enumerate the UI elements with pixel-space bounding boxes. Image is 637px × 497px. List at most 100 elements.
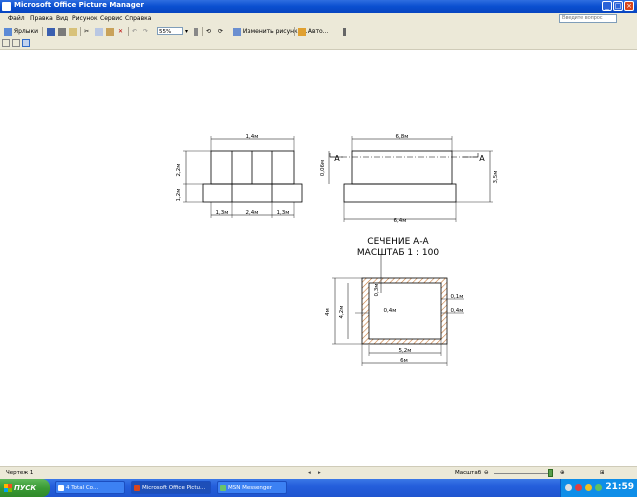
picture-manager-icon	[134, 485, 140, 491]
chevron-down-icon: ▾	[185, 28, 189, 35]
zoom-status-label: Масштаб	[455, 470, 482, 476]
toolbar-separator	[42, 27, 43, 36]
dim-label: 1,4м	[246, 134, 259, 140]
rotate-left-icon: ⟲	[206, 28, 212, 35]
toolbar-separator	[202, 27, 203, 36]
side-base	[343, 183, 457, 203]
dim-label: 5,2м	[399, 348, 412, 354]
undo-icon: ↶	[132, 28, 138, 35]
undo-button[interactable]: ↶	[132, 27, 137, 36]
menu-edit[interactable]: Правка	[30, 15, 53, 22]
rotate-right-button[interactable]: ⟳	[218, 27, 223, 36]
dim-label: 6м	[400, 358, 408, 364]
total-commander-icon	[58, 485, 64, 491]
front-upper-body	[210, 150, 295, 185]
cut-arrow-right	[463, 153, 479, 158]
toolbar-separator	[80, 27, 81, 36]
delete-button[interactable]: ✕	[118, 27, 123, 36]
menu-tools[interactable]: Сервис	[100, 15, 122, 22]
taskbar-item-msn-messenger[interactable]: MSN Messenger	[217, 481, 287, 494]
dim-label: 0,3м	[374, 284, 380, 297]
dim-label: 1,2м	[176, 189, 182, 202]
paste-icon	[106, 27, 114, 36]
window-title: Microsoft Office Picture Manager	[14, 1, 144, 9]
tray-messenger-icon[interactable]	[595, 484, 602, 491]
mail-icon	[69, 27, 77, 36]
toolbar-separator	[128, 27, 129, 36]
shortcuts-icon	[4, 27, 12, 36]
zoom-slider-handle[interactable]	[194, 27, 198, 36]
cut-icon: ✂	[84, 28, 90, 35]
auto-correct-button[interactable]: Авто...	[298, 27, 328, 36]
edit-pictures-button[interactable]: Изменить рисунки...	[233, 27, 307, 36]
section-scale: МАСШТАБ 1 : 100	[357, 248, 439, 258]
dim-label: 2,2м	[176, 164, 182, 177]
rotate-right-icon: ⟳	[218, 28, 224, 35]
view-bar	[0, 38, 637, 50]
help-search-input[interactable]	[559, 14, 617, 23]
thumbnail-view-button[interactable]	[2, 39, 10, 47]
start-button[interactable]: ПУСК	[0, 479, 50, 497]
technical-drawing: 1,4м 2,2м 1,2м 1,3м 2,4м 1,3м 6,8м 0,06м…	[176, 134, 499, 366]
save-icon	[47, 27, 55, 36]
zoom-in-icon[interactable]: ⊕	[560, 470, 565, 476]
menu-help[interactable]: Справка	[125, 15, 151, 22]
tray-language-icon[interactable]	[565, 484, 572, 491]
single-picture-view-button[interactable]	[22, 39, 30, 47]
dim-label: 6,8м	[396, 134, 409, 140]
taskbar-item-label: Microsoft Office Pictu...	[142, 485, 206, 491]
tray-network-icon[interactable]	[585, 484, 592, 491]
scroll-right-icon[interactable]: ▸	[318, 470, 321, 476]
tray-antivirus-icon[interactable]	[575, 484, 582, 491]
taskbar-item-picture-manager[interactable]: Microsoft Office Pictu...	[131, 481, 211, 494]
dim-label: 0,4м	[384, 308, 397, 314]
zoom-slider-thumb[interactable]	[548, 469, 553, 477]
mail-button[interactable]	[69, 27, 77, 36]
maximize-button[interactable]: □	[613, 1, 623, 11]
rotate-left-button[interactable]: ⟲	[206, 27, 211, 36]
close-button[interactable]: ×	[624, 1, 634, 11]
system-tray: 21:59	[560, 479, 637, 497]
front-base	[202, 183, 303, 203]
picture-canvas: 1,4м 2,2м 1,2м 1,3м 2,4м 1,3м 6,8м 0,06м…	[0, 50, 637, 466]
dim-label: 4,2м	[339, 306, 345, 319]
menu-view[interactable]: Вид	[56, 15, 68, 22]
paste-button[interactable]	[106, 27, 114, 36]
taskbar-item-total-commander[interactable]: 4 Total Co...	[55, 481, 125, 494]
print-button[interactable]	[58, 27, 66, 36]
delete-icon: ✕	[118, 28, 124, 35]
filmstrip-view-button[interactable]	[12, 39, 20, 47]
front-view	[183, 136, 303, 218]
dim-label: 3,5м	[493, 171, 499, 184]
save-button[interactable]	[47, 27, 55, 36]
scroll-left-icon[interactable]: ◂	[308, 470, 311, 476]
dim-label: 1,3м	[277, 210, 290, 216]
minimize-button[interactable]: _	[602, 1, 612, 11]
dim-label: 0,4м	[451, 308, 464, 314]
zoom-dropdown-button[interactable]: ▾	[185, 27, 188, 36]
side-view	[328, 136, 493, 222]
taskbar-item-label: MSN Messenger	[228, 485, 272, 491]
cut-button[interactable]: ✂	[84, 27, 89, 36]
dim-label: 2,4м	[246, 210, 259, 216]
toolbar-options-handle[interactable]	[343, 27, 346, 36]
cut-label: А	[479, 154, 485, 163]
dim-label: 4м	[325, 308, 331, 316]
dim-label: 1,3м	[216, 210, 229, 216]
redo-icon: ↷	[143, 28, 149, 35]
dim-label: 0,1м	[451, 294, 464, 300]
zoom-select[interactable]: 55%	[157, 27, 183, 35]
zoom-slider-track[interactable]	[494, 473, 548, 474]
menu-picture[interactable]: Рисунок	[72, 15, 98, 22]
auto-correct-icon	[298, 27, 306, 36]
shortcuts-button[interactable]: Ярлыки	[4, 27, 38, 36]
fit-to-window-icon[interactable]: ⊞	[600, 470, 605, 476]
dim-label: 0,06м	[320, 160, 326, 176]
picture-manager-app-icon[interactable]	[2, 2, 11, 11]
toolbar-options-icon	[343, 27, 346, 36]
copy-button[interactable]	[95, 27, 103, 36]
zoom-out-icon[interactable]: ⊖	[484, 470, 489, 476]
title-bar: Microsoft Office Picture Manager _ □ ×	[0, 0, 637, 13]
redo-button[interactable]: ↷	[143, 27, 148, 36]
menu-file[interactable]: Файл	[8, 15, 25, 22]
